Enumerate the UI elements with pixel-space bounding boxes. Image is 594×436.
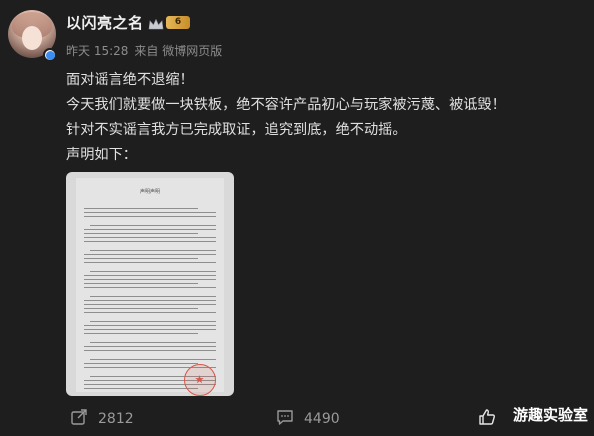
- statement-text-line: [84, 300, 216, 301]
- like-button[interactable]: [478, 408, 496, 430]
- content-line: 面对谣言绝不退缩！: [66, 72, 194, 88]
- post-meta: 昨天 15:28 来自 微博网页版: [66, 42, 222, 59]
- statement-text-line: [90, 296, 216, 297]
- statement-title: 声明声明: [139, 189, 160, 195]
- content-line: 针对不实谣言我方已完成取证，追究到底，绝不动摇。: [66, 122, 407, 138]
- statement-text-line: [84, 304, 216, 305]
- post-content: 面对谣言绝不退缩！ 今天我们就要做一块铁板，绝不容许产品初心与玩家被污蔑、被诋毁…: [66, 68, 506, 168]
- statement-text-line: [84, 254, 216, 255]
- repost-count: 2812: [98, 411, 134, 427]
- repost-icon: [70, 408, 88, 430]
- author-name[interactable]: 以闪亮之名: [66, 12, 144, 33]
- watermark-text: 游趣实验室: [512, 406, 588, 424]
- statement-text-line: [84, 258, 198, 259]
- comment-button[interactable]: 4490: [276, 408, 340, 430]
- statement-text-line: [84, 287, 216, 288]
- comment-icon: [276, 408, 294, 430]
- statement-text-line: [84, 241, 216, 242]
- post-time[interactable]: 昨天 15:28: [66, 42, 128, 59]
- statement-text-line: [84, 346, 216, 347]
- statement-text-line: [90, 225, 216, 226]
- crown-icon: [148, 16, 164, 30]
- statement-text-line: [90, 342, 216, 343]
- statement-text-line: [84, 229, 216, 230]
- statement-text-line: [90, 271, 216, 272]
- comment-count: 4490: [304, 411, 340, 427]
- content-line: 今天我们就要做一块铁板，绝不容许产品初心与玩家被污蔑、被诋毁！: [66, 97, 506, 113]
- statement-text-line: [84, 275, 216, 276]
- statement-text-line: [84, 325, 216, 326]
- statement-text-line: [84, 329, 216, 330]
- statement-text-line: [90, 359, 216, 360]
- statement-text-line: [90, 321, 216, 322]
- statement-text-line: [84, 262, 216, 263]
- avatar-face: [22, 26, 42, 50]
- statement-text-line: [84, 283, 198, 284]
- post-actions: 2812 4490: [0, 400, 594, 436]
- statement-text-line: [84, 333, 198, 334]
- statement-text-line: [84, 308, 198, 309]
- content-line: 声明如下：: [66, 147, 137, 163]
- verified-icon: [43, 48, 57, 62]
- repost-button[interactable]: 2812: [70, 408, 134, 430]
- statement-text-line: [84, 216, 216, 217]
- statement-text-line: [90, 250, 216, 251]
- vip-level: 6: [166, 16, 190, 29]
- statement-text-line: [84, 363, 198, 364]
- statement-text-line: [84, 212, 216, 213]
- statement-text-line: [84, 208, 198, 209]
- like-icon: [478, 408, 496, 430]
- vip-badge[interactable]: 6: [148, 15, 190, 30]
- statement-text-line: [84, 388, 198, 389]
- statement-text-line: [84, 279, 216, 280]
- statement-text-line: [84, 233, 198, 234]
- company-seal-stamp: [184, 364, 216, 396]
- watermark: 游趣实验室: [513, 404, 588, 425]
- statement-image[interactable]: 声明声明: [66, 172, 234, 396]
- post-source: 来自 微博网页版: [134, 44, 223, 58]
- statement-page: 声明声明: [76, 178, 224, 396]
- statement-text-line: [84, 312, 216, 313]
- statement-text-line: [84, 237, 216, 238]
- statement-text-line: [84, 350, 216, 351]
